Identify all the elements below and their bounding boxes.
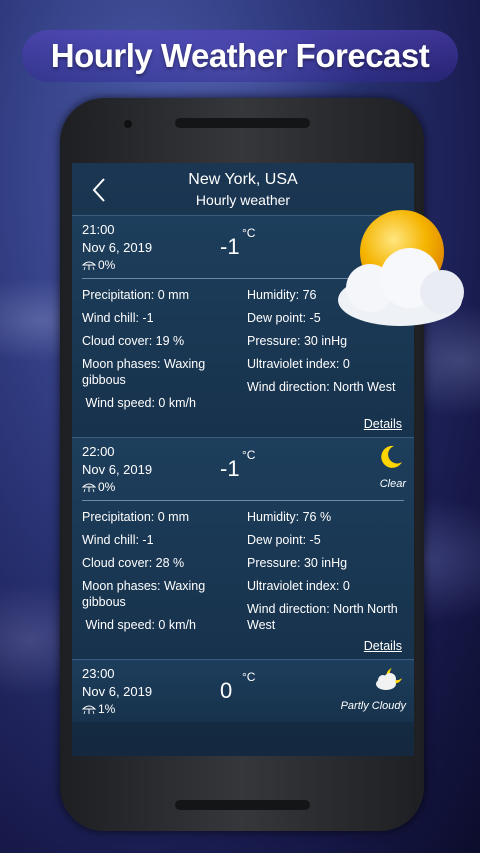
rain-chance: 1% bbox=[82, 702, 115, 716]
hour-date: Nov 6, 2019 bbox=[82, 462, 153, 477]
details-link[interactable]: Details bbox=[364, 639, 402, 653]
banner-title: Hourly Weather Forecast bbox=[50, 37, 430, 74]
temperature: -1 bbox=[220, 234, 240, 259]
partly-cloudy-moon-icon bbox=[374, 666, 404, 697]
rain-value: 0% bbox=[98, 480, 116, 494]
details-link[interactable]: Details bbox=[364, 417, 402, 431]
bottom-speaker bbox=[175, 800, 310, 810]
umbrella-icon bbox=[82, 483, 96, 493]
rain-value: 0% bbox=[98, 258, 116, 272]
city-title: New York, USA bbox=[188, 171, 298, 188]
uv-index: Ultraviolet index: 0 bbox=[247, 357, 350, 371]
details-right-column: Humidity: 76 % Dew point: -5 Pressure: 3… bbox=[247, 509, 405, 640]
condition-label: Partly Cloudy bbox=[340, 700, 406, 712]
umbrella-icon bbox=[82, 705, 96, 715]
condition-label: Clear bbox=[379, 478, 406, 490]
camera-dot bbox=[124, 120, 132, 128]
uv-index: Ultraviolet index: 0 bbox=[247, 579, 350, 593]
cloud-cover: Cloud cover: 19 % bbox=[82, 334, 185, 348]
hour-time: 23:00 bbox=[82, 666, 115, 681]
wind-direction: Wind direction: North North West bbox=[247, 602, 398, 632]
back-button[interactable] bbox=[84, 173, 114, 207]
pressure: Pressure: 30 inHg bbox=[247, 556, 348, 570]
cloud-cover: Cloud cover: 28 % bbox=[82, 556, 185, 570]
wind-chill: Wind chill: -1 bbox=[82, 311, 154, 325]
top-speaker bbox=[175, 118, 310, 128]
chevron-left-icon bbox=[92, 178, 105, 202]
rain-value: 1% bbox=[98, 702, 116, 716]
temperature-unit: °C bbox=[242, 448, 256, 462]
rain-chance: 0% bbox=[82, 258, 115, 272]
precipitation: Precipitation: 0 mm bbox=[82, 288, 189, 302]
humidity: Humidity: 76 % bbox=[247, 510, 332, 524]
temperature: 0 bbox=[220, 678, 233, 703]
temperature-unit: °C bbox=[242, 670, 256, 684]
wind-speed: Wind speed: 0 km/h bbox=[82, 618, 196, 632]
sun-cloud-icon bbox=[330, 208, 480, 343]
hour-card[interactable]: 23:00 Nov 6, 2019 1% 0 °C Partly Cloudy bbox=[72, 659, 414, 722]
details-left-column: Precipitation: 0 mm Wind chill: -1 Cloud… bbox=[82, 509, 240, 640]
temperature: -1 bbox=[220, 456, 240, 481]
precipitation: Precipitation: 0 mm bbox=[82, 510, 189, 524]
temperature-unit: °C bbox=[242, 226, 256, 240]
hour-summary: 23:00 Nov 6, 2019 1% 0 °C Partly Cloudy bbox=[72, 660, 414, 722]
hour-summary: 22:00 Nov 6, 2019 0% -1 °C Clear bbox=[72, 438, 414, 500]
dew-point: Dew point: -5 bbox=[247, 533, 321, 547]
hour-card[interactable]: 22:00 Nov 6, 2019 0% -1 °C Clear Precipi… bbox=[72, 437, 414, 659]
wind-chill: Wind chill: -1 bbox=[82, 533, 154, 547]
moon-icon bbox=[378, 444, 404, 475]
wind-speed: Wind speed: 0 km/h bbox=[82, 396, 196, 410]
moon-phase: Moon phases: Waxing gibbous bbox=[82, 357, 206, 387]
hour-time: 22:00 bbox=[82, 444, 115, 459]
hour-date: Nov 6, 2019 bbox=[82, 684, 153, 699]
hour-details: Precipitation: 0 mm Wind chill: -1 Cloud… bbox=[72, 501, 414, 659]
rain-chance: 0% bbox=[82, 480, 115, 494]
page-subtitle: Hourly weather bbox=[195, 192, 291, 208]
promo-banner: Hourly Weather Forecast bbox=[22, 30, 458, 82]
hour-time: 21:00 bbox=[82, 222, 115, 237]
moon-phase: Moon phases: Waxing gibbous bbox=[82, 579, 206, 609]
hour-date: Nov 6, 2019 bbox=[82, 240, 153, 255]
wind-direction: Wind direction: North West bbox=[247, 380, 396, 394]
umbrella-icon bbox=[82, 261, 96, 271]
details-left-column: Precipitation: 0 mm Wind chill: -1 Cloud… bbox=[82, 287, 240, 418]
